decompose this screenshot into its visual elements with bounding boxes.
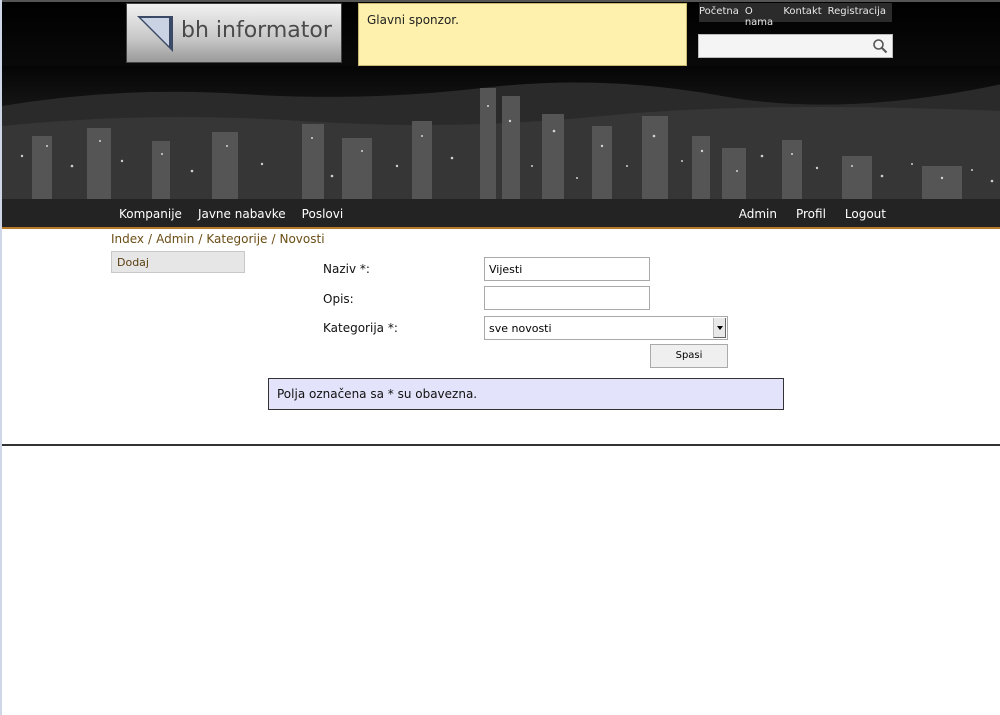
nav-poslovi[interactable]: Poslovi xyxy=(302,207,344,221)
kategorija-label: Kategorija *: xyxy=(323,321,398,335)
naziv-label: Naziv *: xyxy=(323,262,370,276)
nav-left: Kompanije Javne nabavke Poslovi xyxy=(119,207,343,221)
nav-profil[interactable]: Profil xyxy=(796,207,826,221)
search-icon[interactable] xyxy=(872,38,888,54)
nav-javne-nabavke[interactable]: Javne nabavke xyxy=(198,207,286,221)
opis-label: Opis: xyxy=(323,292,354,306)
site-logo[interactable]: bh informator xyxy=(126,3,342,63)
top-link-pocetna[interactable]: Početna xyxy=(699,6,739,22)
add-button[interactable]: Dodaj xyxy=(111,251,245,273)
page: bh informator Glavni sponzor. Početna O … xyxy=(0,0,1000,715)
city-skyline-image xyxy=(2,66,1000,199)
header-border xyxy=(2,0,1000,2)
top-link-kontakt[interactable]: Kontakt xyxy=(783,6,821,22)
breadcrumb-separator: / xyxy=(271,232,276,246)
breadcrumb: Index / Admin / Kategorije / Novosti xyxy=(111,232,325,246)
naziv-field[interactable] xyxy=(484,257,650,281)
search-input[interactable] xyxy=(701,37,869,55)
opis-field[interactable] xyxy=(484,286,650,310)
breadcrumb-separator: / xyxy=(198,232,203,246)
save-button[interactable]: Spasi xyxy=(650,344,728,368)
nav-right: Admin Profil Logout xyxy=(739,207,886,221)
top-link-o-nama[interactable]: O nama xyxy=(745,6,778,28)
search-box xyxy=(698,34,893,58)
top-link-registracija[interactable]: Registracija xyxy=(828,6,886,22)
kategorija-select[interactable]: sve novosti xyxy=(484,316,728,340)
header: bh informator Glavni sponzor. Početna O … xyxy=(2,0,1000,199)
sponsor-text: Glavni sponzor. xyxy=(367,13,459,27)
logo-mark-icon xyxy=(137,16,173,52)
breadcrumb-index[interactable]: Index xyxy=(111,232,144,246)
nav-admin[interactable]: Admin xyxy=(739,207,777,221)
footer-divider xyxy=(2,444,1000,446)
nav-logout[interactable]: Logout xyxy=(845,207,886,221)
main-nav: Kompanije Javne nabavke Poslovi Admin Pr… xyxy=(2,199,1000,229)
breadcrumb-admin[interactable]: Admin xyxy=(156,232,194,246)
logo-text: bh informator xyxy=(181,18,332,43)
nav-kompanije[interactable]: Kompanije xyxy=(119,207,182,221)
breadcrumb-novosti[interactable]: Novosti xyxy=(279,232,324,246)
sponsor-box: Glavni sponzor. xyxy=(358,3,687,66)
top-links: Početna O nama Kontakt Registracija xyxy=(699,3,892,28)
kategorija-selected-value: sve novosti xyxy=(489,322,552,335)
breadcrumb-kategorije[interactable]: Kategorije xyxy=(206,232,267,246)
required-fields-notice: Polja označena sa * su obavezna. xyxy=(268,378,784,410)
breadcrumb-separator: / xyxy=(148,232,153,246)
chevron-down-icon[interactable] xyxy=(713,318,726,338)
